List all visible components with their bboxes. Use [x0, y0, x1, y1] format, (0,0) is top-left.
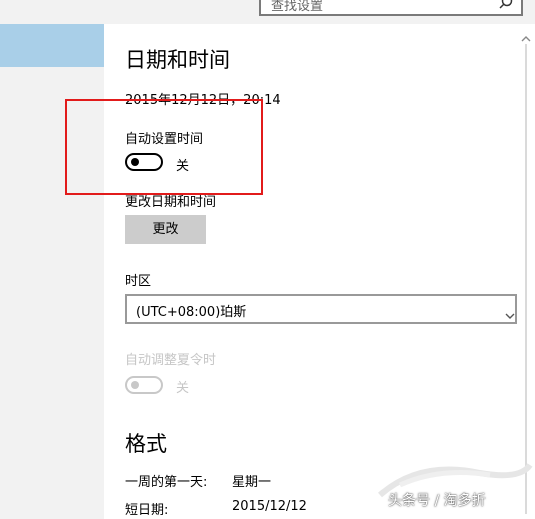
timezone-label: 时区 — [125, 274, 152, 289]
format-row-label: 短日期: — [125, 503, 169, 518]
timezone-dropdown[interactable]: (UTC+08:00)珀斯 — [125, 294, 517, 324]
format-title: 格式 — [125, 432, 167, 456]
watermark-text: 头条号 / 淘多折 — [388, 493, 486, 509]
sidebar-item-selected[interactable] — [0, 24, 104, 67]
search-placeholder: 查找设置 — [271, 0, 324, 14]
chevron-down-icon — [505, 305, 515, 324]
scrollbar-track[interactable] — [525, 44, 527, 514]
format-row-value: 2015/12/12 — [232, 499, 307, 514]
dst-label: 自动调整夏令时 — [125, 353, 217, 368]
highlight-box — [65, 99, 263, 195]
dst-toggle[interactable] — [125, 376, 163, 394]
format-row-label: 一周的第一天: — [125, 475, 208, 490]
page-title: 日期和时间 — [125, 48, 230, 72]
timezone-value: (UTC+08:00)珀斯 — [136, 305, 247, 320]
toggle-knob — [131, 381, 139, 389]
scrollbar[interactable] — [517, 24, 535, 519]
change-button[interactable]: 更改 — [125, 215, 206, 244]
format-row-value: 星期一 — [232, 475, 272, 490]
search-input[interactable]: 查找设置 — [259, 0, 523, 16]
dst-state: 关 — [176, 381, 190, 396]
search-icon[interactable] — [499, 0, 513, 13]
